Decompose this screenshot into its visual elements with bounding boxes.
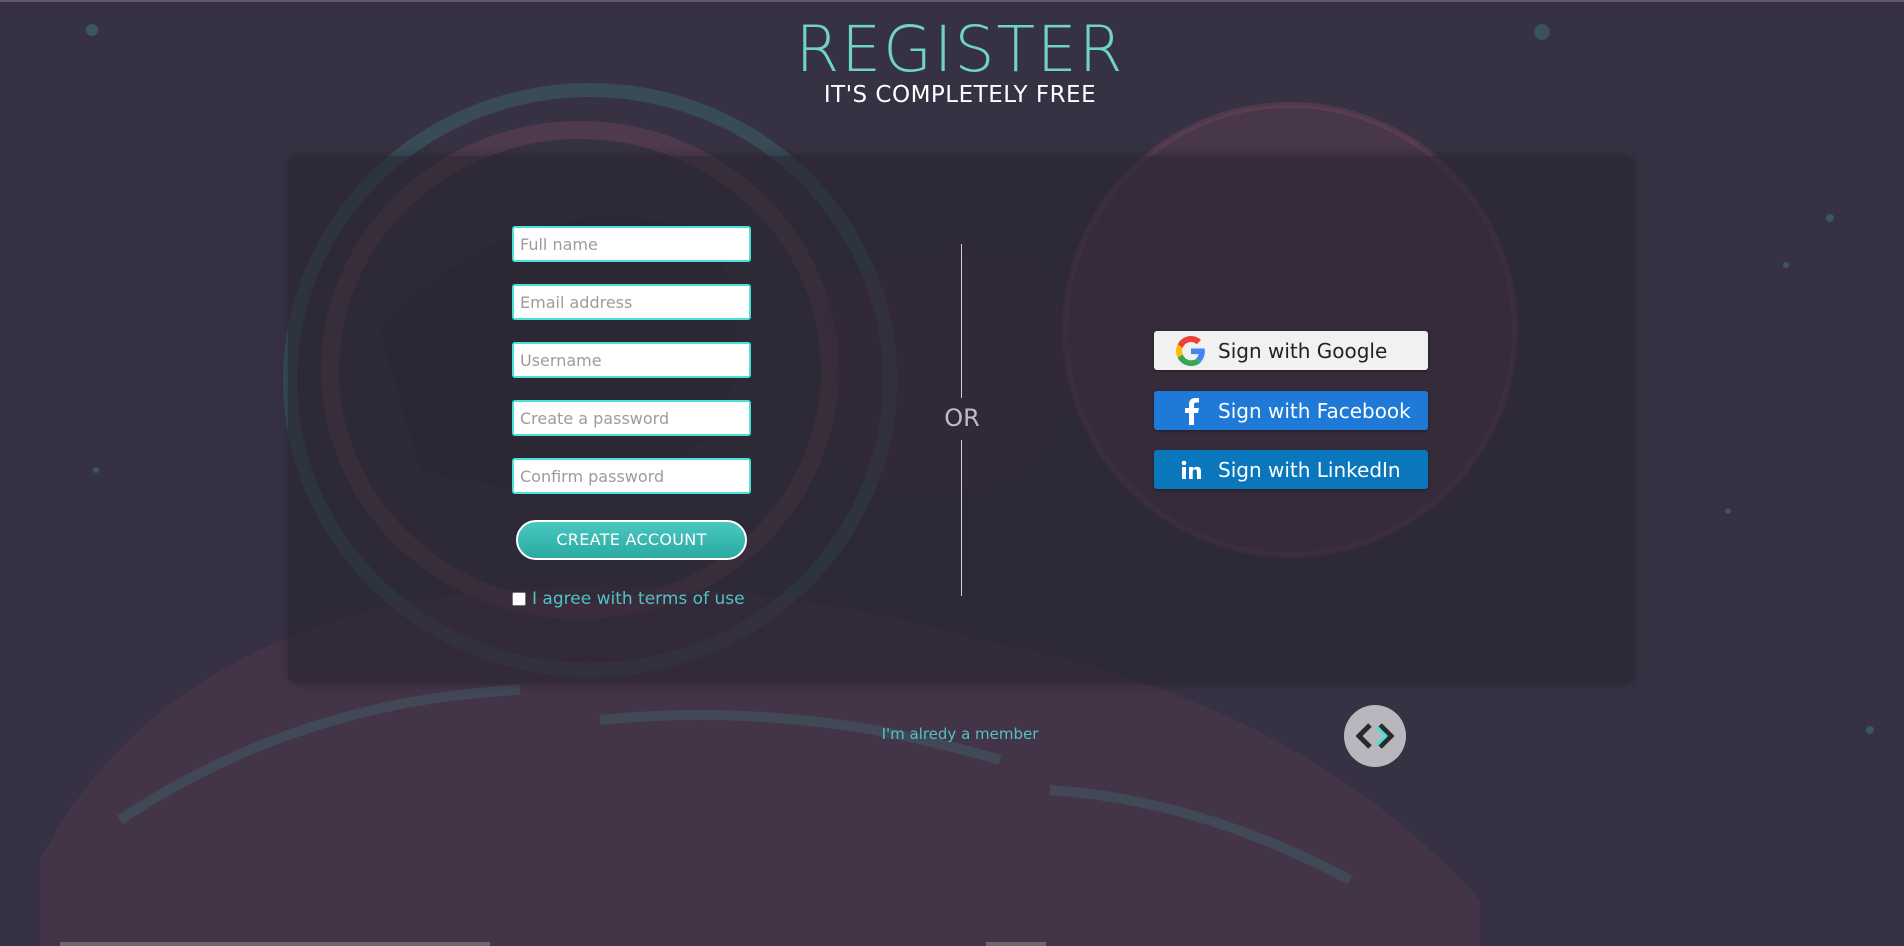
bottom-scroll-indicator — [60, 942, 490, 946]
create-account-button[interactable]: CREATE ACCOUNT — [516, 520, 747, 560]
terms-agreement: I agree with terms of use — [512, 588, 745, 610]
facebook-icon — [1174, 394, 1208, 428]
google-signin-button[interactable]: Sign with Google — [1154, 331, 1428, 370]
register-page: REGISTER IT'S COMPLETELY FREE CREATE ACC… — [0, 0, 1904, 946]
google-signin-label: Sign with Google — [1218, 338, 1388, 363]
divider-line-bottom — [961, 440, 962, 596]
linkedin-icon — [1174, 453, 1208, 487]
code-brackets-icon[interactable] — [1344, 705, 1406, 767]
email-field[interactable] — [512, 284, 751, 320]
or-divider-label: OR — [944, 404, 980, 432]
terms-checkbox[interactable] — [512, 592, 526, 606]
username-field[interactable] — [512, 342, 751, 378]
page-subtitle: IT'S COMPLETELY FREE — [823, 82, 1097, 108]
full-name-field[interactable] — [512, 226, 751, 262]
linkedin-signin-label: Sign with LinkedIn — [1218, 457, 1401, 482]
password-field[interactable] — [512, 400, 751, 436]
terms-label[interactable]: I agree with terms of use — [532, 589, 745, 609]
facebook-signin-button[interactable]: Sign with Facebook — [1154, 391, 1428, 430]
page-title: REGISTER — [795, 13, 1125, 86]
facebook-signin-label: Sign with Facebook — [1218, 398, 1411, 423]
already-member-link[interactable]: I'm alredy a member — [860, 725, 1060, 743]
linkedin-signin-button[interactable]: Sign with LinkedIn — [1154, 450, 1428, 489]
confirm-password-field[interactable] — [512, 458, 751, 494]
bottom-scroll-indicator-secondary — [986, 942, 1046, 946]
google-icon — [1174, 334, 1208, 368]
divider-line-top — [961, 244, 962, 398]
